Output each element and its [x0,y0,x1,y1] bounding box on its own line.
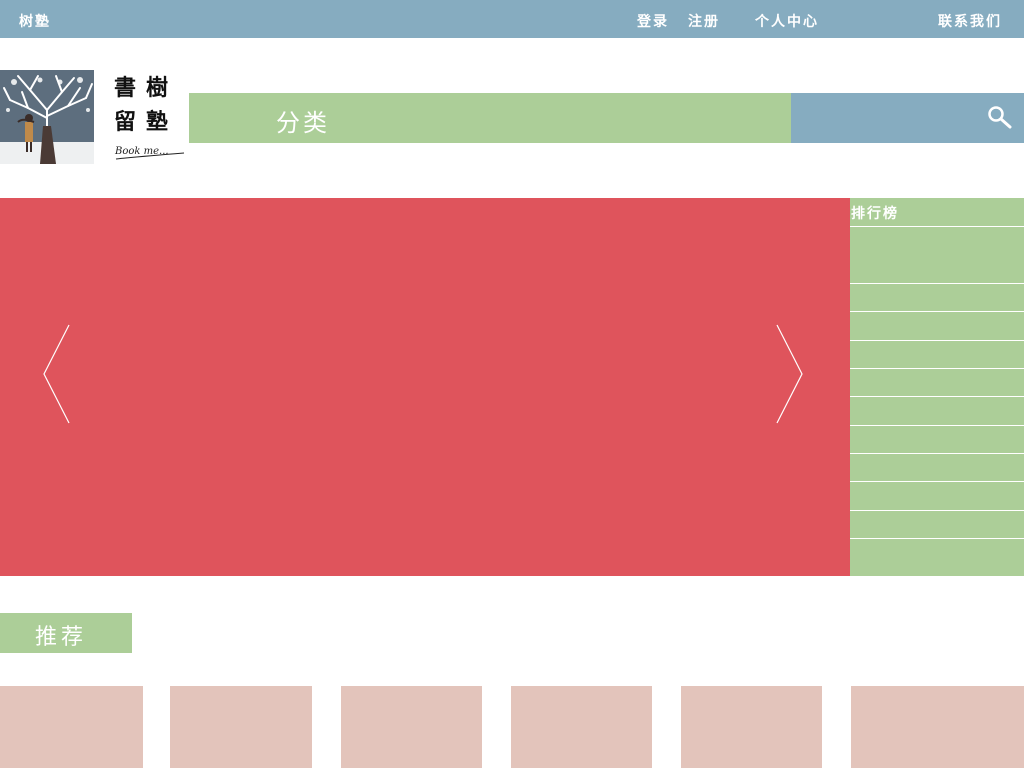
ranking-divider [850,538,1024,539]
recommend-header: 推荐 [0,613,132,653]
profile-link[interactable]: 个人中心 [755,11,819,31]
ranking-item[interactable] [850,511,1024,538]
site-brand[interactable]: 树塾 [19,11,51,31]
search-icon[interactable] [987,105,1013,131]
ranking-item[interactable] [850,426,1024,453]
logo-signature: Book me... [114,146,185,160]
logo-glyph: 塾 [146,109,169,135]
category-bar[interactable]: 分类 [189,93,791,143]
ranking-item[interactable] [850,369,1024,396]
book-card[interactable] [681,686,822,768]
book-card[interactable] [0,686,143,768]
search-input[interactable] [791,93,981,143]
book-card[interactable] [170,686,312,768]
ranking-item[interactable] [850,284,1024,311]
logo-glyph: 書 [114,75,137,101]
ranking-panel: 排行榜 [850,198,1024,576]
book-card[interactable] [851,686,1024,768]
search-box [791,93,1024,143]
book-card[interactable] [341,686,482,768]
logo-glyph: 留 [114,109,137,135]
logo-glyph: 樹 [146,75,169,101]
book-card[interactable] [511,686,652,768]
site-logo[interactable]: 書 樹 留 塾 Book me... [0,70,186,164]
login-link[interactable]: 登录 [637,11,669,31]
ranking-item[interactable] [850,454,1024,481]
ranking-item[interactable] [850,312,1024,340]
ranking-item[interactable] [850,397,1024,425]
chevron-right-icon[interactable] [776,324,804,424]
contact-link[interactable]: 联系我们 [938,11,1002,31]
category-label: 分类 [276,109,330,137]
tree-illustration-icon [0,70,94,164]
register-link[interactable]: 注册 [688,11,720,31]
banner-carousel[interactable] [0,198,850,576]
ranking-item[interactable] [850,227,1024,283]
ranking-item[interactable] [850,341,1024,368]
chevron-left-icon[interactable] [42,324,70,424]
recommend-label: 推荐 [35,625,88,650]
top-navbar: 树塾 登录 注册 个人中心 联系我们 [0,0,1024,38]
ranking-title: 排行榜 [851,206,899,222]
ranking-item[interactable] [850,482,1024,510]
